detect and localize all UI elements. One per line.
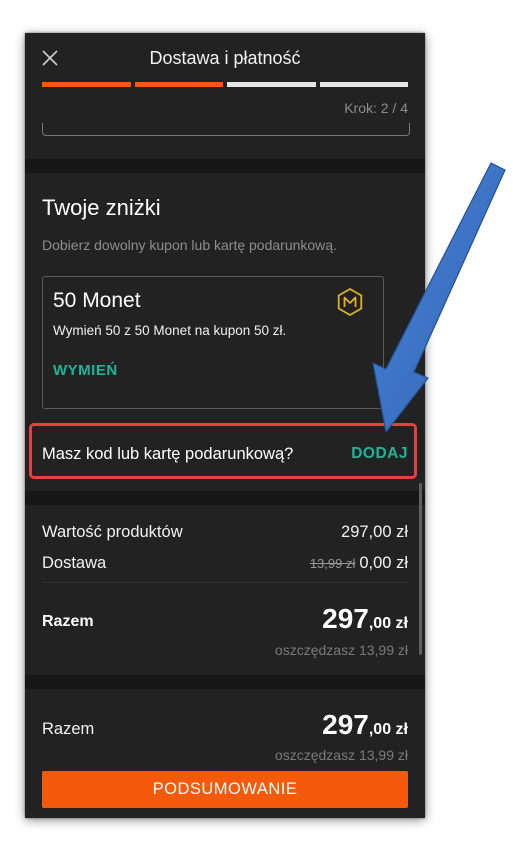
section-divider: [25, 159, 425, 173]
discounts-subtitle: Dobierz dowolny kupon lub kartę podarunk…: [42, 237, 337, 253]
annotation-highlight-box: [29, 423, 417, 479]
shipping-amount: 13,99 zł 0,00 zł: [310, 554, 408, 573]
discounts-title: Twoje zniżki: [42, 195, 161, 220]
summary-total-decimal: ,00 zł: [368, 615, 408, 632]
footer-total-amount: 297,00 zł: [322, 709, 408, 741]
progress-segment-3: [227, 82, 316, 87]
exchange-monet-button[interactable]: WYMIEŃ: [53, 362, 118, 379]
checkout-progress-bar: [42, 82, 408, 87]
monet-card-description: Wymień 50 z 50 Monet na kupon 50 zł.: [53, 323, 287, 338]
scrollbar[interactable]: [419, 483, 422, 655]
progress-segment-4: [319, 82, 408, 87]
monet-coupon-card[interactable]: 50 Monet Wymień 50 z 50 Monet na kupon 5…: [42, 276, 384, 409]
monet-coin-icon: [337, 287, 363, 317]
progress-segment-1: [42, 82, 131, 87]
summary-total-amount: 297,00 zł: [322, 603, 408, 635]
monet-card-title: 50 Monet: [53, 289, 141, 312]
footer-savings: oszczędzasz 13,99 zł: [274, 747, 408, 763]
footer-total-decimal: ,00 zł: [368, 721, 408, 738]
section-divider: [25, 675, 425, 689]
app-screen: Dostawa i płatność Krok: 2 / 4 Twoje zni…: [25, 33, 425, 818]
page-title: Dostawa i płatność: [149, 48, 301, 68]
products-value-label: Wartość produktów: [42, 523, 183, 541]
summary-total-label: Razem: [42, 613, 94, 630]
discounts-section: Twoje zniżki Dobierz dowolny kupon lub k…: [25, 173, 425, 491]
shipping-label: Dostawa: [42, 554, 107, 572]
footer-total-label: Razem: [42, 720, 95, 738]
products-value-amount: 297,00 zł: [341, 523, 408, 541]
shipping-current-price: 0,00 zł: [359, 554, 408, 572]
checkout-header: Dostawa i płatność Krok: 2 / 4: [25, 33, 425, 159]
summary-divider: [42, 582, 408, 583]
step-indicator: Krok: 2 / 4: [344, 100, 408, 116]
order-summary-section: Wartość produktów 297,00 zł Dostawa 13,9…: [25, 505, 425, 675]
progress-segment-2: [134, 82, 223, 87]
shipping-original-price: 13,99 zł: [309, 556, 356, 571]
summary-button[interactable]: PODSUMOWANIE: [42, 771, 408, 808]
section-divider: [25, 491, 425, 505]
previous-section-card-edge: [42, 123, 410, 136]
summary-savings: oszczędzasz 13,99 zł: [274, 642, 408, 658]
summary-total-main: 297: [322, 603, 369, 634]
checkout-footer: Razem 297,00 zł oszczędzasz 13,99 zł POD…: [25, 689, 425, 818]
footer-total-main: 297: [322, 709, 369, 740]
